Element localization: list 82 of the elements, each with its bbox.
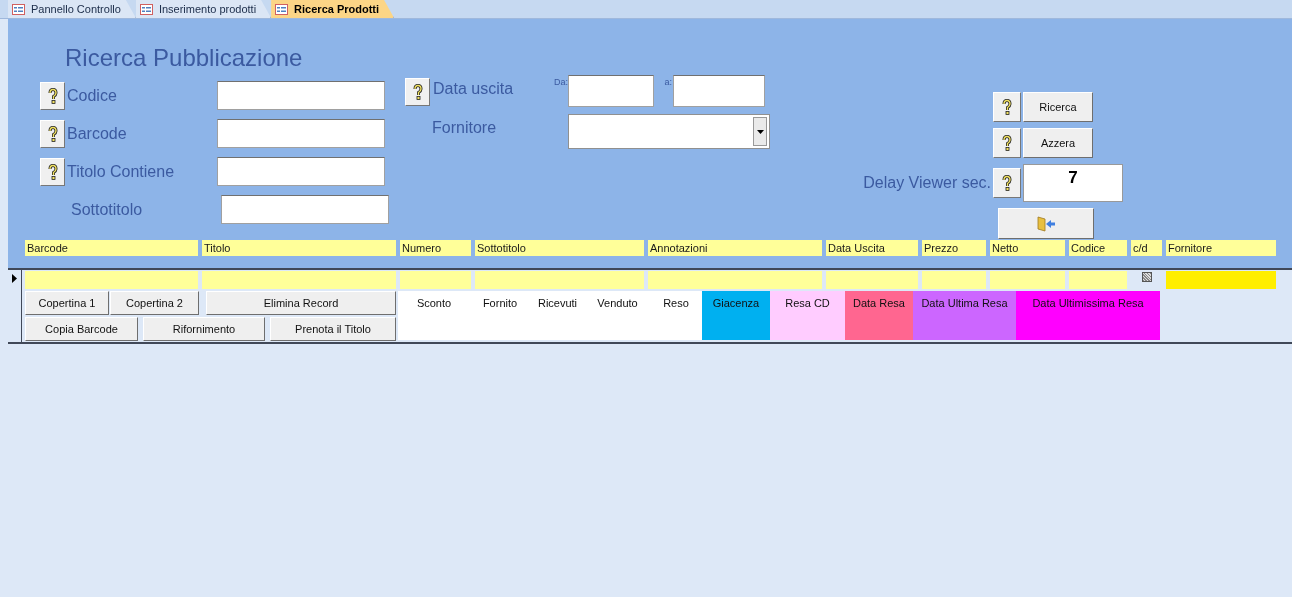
stat-label: Fornito bbox=[470, 291, 530, 340]
table-cell[interactable] bbox=[922, 271, 986, 289]
record-button[interactable]: Copia Barcode bbox=[25, 317, 138, 341]
column-header: Annotazioni bbox=[648, 240, 822, 256]
table-cell[interactable] bbox=[648, 271, 822, 289]
dropdown-arrow-icon bbox=[756, 129, 764, 134]
field-label: Delay Viewer sec. bbox=[862, 174, 992, 192]
field-label: Codice bbox=[66, 86, 118, 105]
delay-field[interactable]: 7 bbox=[1023, 164, 1123, 202]
help-button[interactable] bbox=[993, 168, 1021, 198]
table-cell[interactable] bbox=[1069, 271, 1127, 289]
input-field[interactable] bbox=[217, 119, 385, 148]
stat-label: Data Ultima Resa bbox=[913, 291, 1016, 340]
date-from-field[interactable] bbox=[568, 75, 654, 107]
action-button[interactable]: Azzera bbox=[1023, 128, 1093, 158]
column-header: Titolo bbox=[202, 240, 396, 256]
record-button[interactable]: Copertina 1 bbox=[25, 291, 109, 315]
door-arrow-icon bbox=[1036, 215, 1056, 232]
stat-label: Venduto bbox=[585, 291, 650, 340]
column-header: Codice bbox=[1069, 240, 1127, 256]
help-icon bbox=[1002, 135, 1012, 151]
stat-label: Data Ultimissima Resa bbox=[1016, 291, 1160, 340]
lookup-cell[interactable] bbox=[1166, 271, 1276, 289]
table-cell[interactable] bbox=[826, 271, 918, 289]
record-button[interactable]: Elimina Record bbox=[206, 291, 396, 315]
column-header: Sottotitolo bbox=[475, 240, 644, 256]
record-button[interactable]: Prenota il Titolo bbox=[270, 317, 396, 341]
field-label: Fornitore bbox=[431, 118, 498, 137]
field-label: Da: bbox=[553, 77, 568, 87]
form-title: Ricerca Pubblicazione bbox=[65, 43, 304, 73]
help-icon bbox=[47, 163, 58, 180]
checkbox[interactable] bbox=[1141, 272, 1152, 282]
column-header: Netto bbox=[990, 240, 1065, 256]
help-icon bbox=[412, 84, 423, 100]
help-icon bbox=[1002, 99, 1012, 115]
form-icon bbox=[12, 3, 25, 15]
table-cell[interactable] bbox=[475, 271, 644, 289]
tab[interactable]: Pannello Controllo bbox=[8, 0, 136, 18]
action-button[interactable]: Ricerca bbox=[1023, 92, 1093, 122]
table-cell[interactable] bbox=[990, 271, 1065, 289]
record-button[interactable]: Copertina 2 bbox=[110, 291, 199, 315]
help-button[interactable] bbox=[993, 92, 1021, 122]
field-label: a: bbox=[663, 77, 673, 87]
stat-label: Giacenza bbox=[702, 291, 770, 340]
table-cell[interactable] bbox=[202, 271, 396, 289]
column-header: Fornitore bbox=[1166, 240, 1276, 256]
help-button[interactable] bbox=[40, 81, 65, 110]
table-cell[interactable] bbox=[400, 271, 471, 289]
stat-label: Ricevuti bbox=[530, 291, 585, 340]
column-header: c/d bbox=[1131, 240, 1162, 256]
field-label: Sottotitolo bbox=[70, 200, 144, 219]
current-record-icon bbox=[12, 274, 17, 283]
record-button[interactable]: Rifornimento bbox=[143, 317, 265, 341]
help-button[interactable] bbox=[40, 157, 65, 186]
stat-label: Resa CD bbox=[770, 291, 845, 340]
help-icon bbox=[47, 87, 58, 104]
tab[interactable]: Ricerca Prodotti bbox=[271, 0, 395, 18]
help-icon bbox=[47, 125, 58, 142]
help-button[interactable] bbox=[405, 78, 430, 106]
stat-label: Reso bbox=[650, 291, 702, 340]
field-label: Barcode bbox=[66, 124, 128, 143]
form-icon bbox=[139, 3, 153, 15]
column-header: Prezzo bbox=[922, 240, 986, 256]
help-button[interactable] bbox=[993, 128, 1021, 158]
stat-label: Data Resa bbox=[845, 291, 913, 340]
input-field[interactable] bbox=[217, 81, 385, 110]
input-field[interactable] bbox=[217, 157, 385, 186]
column-header: Data Uscita bbox=[826, 240, 918, 256]
help-icon bbox=[1002, 175, 1012, 191]
column-header: Barcode bbox=[25, 240, 198, 256]
field-label: Data uscita bbox=[432, 80, 515, 98]
column-header: Numero bbox=[400, 240, 471, 256]
stat-label: Sconto bbox=[398, 291, 470, 340]
help-button[interactable] bbox=[40, 119, 65, 148]
tab[interactable]: Inserimento prodotti bbox=[135, 0, 272, 18]
exit-button[interactable] bbox=[998, 208, 1094, 239]
field-label: Titolo Contiene bbox=[66, 162, 176, 181]
form-icon bbox=[275, 3, 289, 15]
input-field[interactable] bbox=[221, 195, 389, 224]
supplier-dropdown[interactable] bbox=[568, 114, 770, 149]
date-to-field[interactable] bbox=[673, 75, 765, 107]
table-cell[interactable] bbox=[25, 271, 198, 289]
